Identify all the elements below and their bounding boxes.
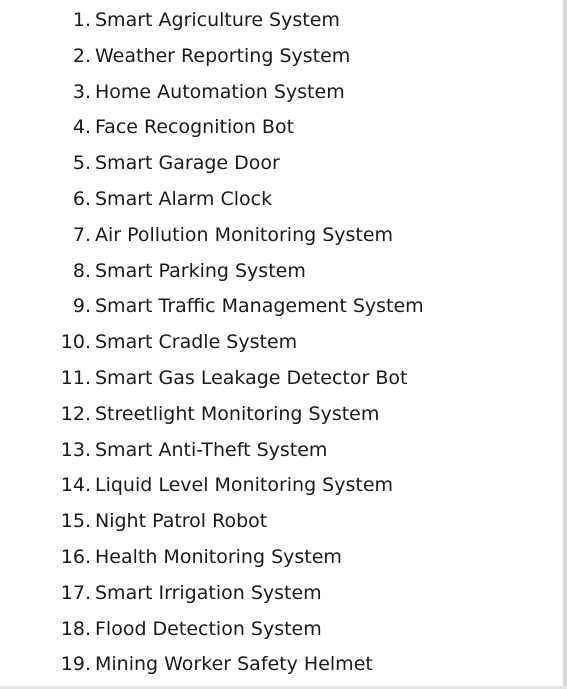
list-item-label: Smart Irrigation System <box>95 581 322 604</box>
list-item: 18. Flood Detection System <box>0 612 560 648</box>
list-item-number: 17. <box>60 581 91 604</box>
list-item-number: 19. <box>60 653 91 676</box>
list-item: 5. Smart Garage Door <box>0 146 560 182</box>
list-item-number: 9. <box>72 295 91 318</box>
list-item: 19. Mining Worker Safety Helmet <box>0 647 560 683</box>
list-item: 15. Night Patrol Robot <box>0 504 560 540</box>
list-item-number: 10. <box>60 331 91 354</box>
list-item-number: 4. <box>72 116 91 139</box>
list-item-number: 3. <box>72 80 91 103</box>
project-list: 1. Smart Agriculture System 2. Weather Rep… <box>0 3 560 683</box>
list-item: 4. Face Recognition Bot <box>0 110 560 146</box>
list-item-number: 18. <box>60 617 91 640</box>
list-item-number: 5. <box>72 152 91 175</box>
list-item-number: 16. <box>60 545 91 568</box>
list-item-label: Smart Agriculture System <box>95 9 340 31</box>
list-item-label: Weather Reporting System <box>95 44 351 67</box>
list-item: 10. Smart Cradle System <box>0 325 560 361</box>
list-item-label: Health Monitoring System <box>95 545 342 568</box>
list-item-number: 8. <box>72 259 91 282</box>
list-item-number: 12. <box>60 402 91 425</box>
list-item-label: Night Patrol Robot <box>95 510 268 533</box>
list-item-label: Smart Gas Leakage Detector Bot <box>95 366 408 389</box>
list-item: 7. Air Pollution Monitoring System <box>0 218 560 254</box>
list-item: 17. Smart Irrigation System <box>0 576 560 612</box>
list-item: 16. Health Monitoring System <box>0 540 560 576</box>
list-item-label: Smart Alarm Clock <box>95 187 273 210</box>
list-item-label: Mining Worker Safety Helmet <box>95 653 373 676</box>
list-item: 6. Smart Alarm Clock <box>0 182 560 218</box>
list-item-label: Face Recognition Bot <box>95 116 295 139</box>
list-item-label: Smart Garage Door <box>95 152 280 175</box>
list-item-label: Smart Traffic Management System <box>95 295 424 318</box>
list-item: 8. Smart Parking System <box>0 254 560 290</box>
list-item: 13. Smart Anti-Theft System <box>0 433 560 469</box>
list-item-label: Smart Anti-Theft System <box>95 438 328 461</box>
list-item: 14. Liquid Level Monitoring System <box>0 468 560 504</box>
list-item-label: Home Automation System <box>95 80 345 103</box>
list-item: 1. Smart Agriculture System <box>0 3 560 39</box>
list-item: 9. Smart Traffic Management System <box>0 289 560 325</box>
list-item-number: 13. <box>60 438 91 461</box>
list-item-number: 15. <box>60 510 91 533</box>
list-item-label: Smart Parking System <box>95 259 306 282</box>
page: { "items": [ {"number": "1.", "label": "… <box>0 0 567 689</box>
list-item-label: Streetlight Monitoring System <box>95 402 380 425</box>
list-item: 2. Weather Reporting System <box>0 39 560 75</box>
right-edge-divider <box>563 0 567 689</box>
list-item-number: 14. <box>60 474 91 497</box>
list-item-label: Liquid Level Monitoring System <box>95 474 394 497</box>
list-item-number: 2. <box>72 44 91 67</box>
list-item-number: 11. <box>60 366 91 389</box>
list-item-number: 6. <box>72 187 91 210</box>
list-item: 11. Smart Gas Leakage Detector Bot <box>0 361 560 397</box>
list-item-label: Smart Cradle System <box>95 331 298 354</box>
list-item-number: 7. <box>72 223 91 246</box>
list-item: 3. Home Automation System <box>0 75 560 111</box>
list-item: 12. Streetlight Monitoring System <box>0 397 560 433</box>
list-item-number: 1. <box>72 9 91 31</box>
list-item-label: Flood Detection System <box>95 617 322 640</box>
list-item-label: Air Pollution Monitoring System <box>95 223 394 246</box>
